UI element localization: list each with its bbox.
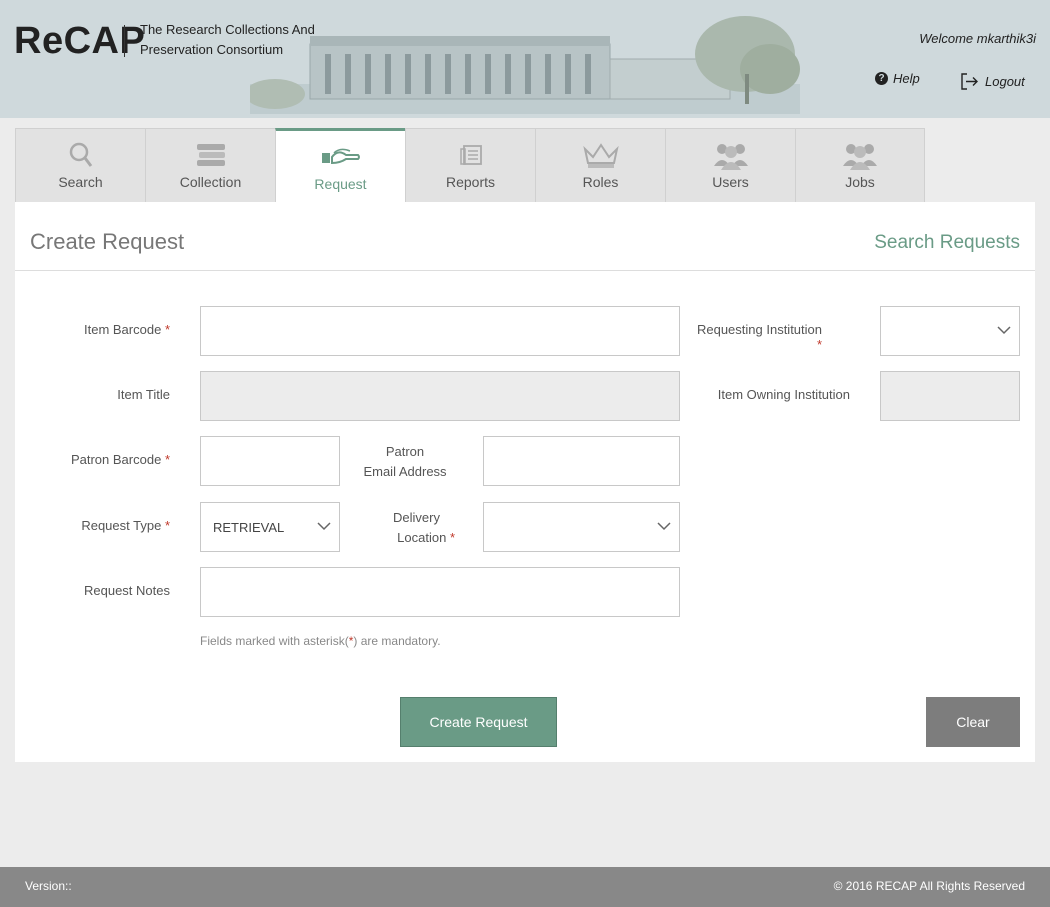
delivery-location-select[interactable]	[483, 502, 680, 552]
delivery-location-label-line-2-wrap: Location *	[355, 528, 455, 548]
tab-search-label: Search	[58, 174, 103, 190]
document-icon	[459, 140, 483, 170]
tab-reports-label: Reports	[445, 174, 496, 190]
search-requests-link[interactable]: Search Requests	[874, 232, 1020, 254]
request-type-label-text: Request Type	[81, 518, 162, 533]
item-title-label: Item Title	[117, 387, 170, 402]
clear-button[interactable]: Clear	[926, 697, 1020, 747]
item-owning-institution-field	[880, 371, 1020, 421]
requesting-institution-label: Requesting Institution *	[695, 322, 822, 352]
tab-collection-label: Collection	[179, 174, 242, 190]
required-marker: *	[164, 452, 170, 467]
item-owning-institution-label: Item Owning Institution	[717, 387, 850, 402]
patron-barcode-label-text: Patron Barcode	[70, 452, 162, 467]
tab-roles[interactable]: Roles	[535, 128, 665, 203]
mandatory-note: Fields marked with asterisk(*) are manda…	[200, 634, 441, 648]
delivery-location-label-line-2: Location	[397, 530, 447, 545]
tagline: The Research Collections And Preservatio…	[140, 20, 315, 60]
chevron-down-icon	[997, 326, 1011, 335]
tab-search[interactable]: Search	[15, 128, 145, 203]
request-type-value: RETRIEVAL	[213, 519, 285, 535]
tab-request[interactable]: Request	[275, 128, 405, 204]
books-icon	[195, 140, 227, 170]
footer: Version:: © 2016 RECAP All Rights Reserv…	[0, 867, 1050, 907]
tagline-line-1: The Research Collections And	[140, 22, 315, 37]
required-marker: *	[449, 530, 455, 545]
group-icon	[842, 140, 878, 170]
hand-book-icon	[320, 142, 362, 172]
item-barcode-input[interactable]	[200, 306, 680, 356]
help-link[interactable]: ? Help	[875, 71, 920, 86]
tab-roles-label: Roles	[582, 174, 619, 190]
welcome-text: Welcome mkarthik3i	[919, 31, 1036, 46]
copyright-text: © 2016 RECAP All Rights Reserved	[833, 879, 1025, 893]
search-icon	[68, 140, 94, 170]
users-icon	[713, 140, 749, 170]
tab-collection[interactable]: Collection	[145, 128, 275, 203]
mandatory-note-suffix: ) are mandatory.	[353, 634, 441, 648]
chevron-down-icon	[317, 522, 331, 531]
main-tabs: Search Collection Request Reports Roles …	[15, 128, 925, 204]
tab-reports[interactable]: Reports	[405, 128, 535, 203]
tab-jobs-label: Jobs	[845, 174, 875, 190]
tab-users[interactable]: Users	[665, 128, 795, 203]
patron-email-label: Patron Email Address	[355, 442, 455, 482]
patron-email-label-line-2: Email Address	[363, 464, 447, 479]
logout-icon	[961, 73, 978, 90]
patron-email-label-line-1: Patron	[385, 444, 425, 459]
create-request-button[interactable]: Create Request	[400, 697, 557, 747]
required-marker: *	[164, 322, 170, 337]
version-text: Version::	[25, 879, 72, 893]
chevron-down-icon	[657, 522, 671, 531]
building-illustration	[250, 14, 800, 114]
patron-barcode-label: Patron Barcode *	[55, 452, 170, 467]
page-title: Create Request	[30, 229, 185, 254]
tagline-line-2: Preservation Consortium	[140, 42, 284, 57]
delivery-location-label-line-1: Delivery	[393, 510, 440, 525]
tab-users-label: Users	[712, 174, 749, 190]
question-circle-icon: ?	[875, 72, 888, 85]
patron-email-input[interactable]	[483, 436, 680, 486]
recap-logo: ReCAP	[14, 20, 146, 62]
crown-icon	[582, 140, 620, 170]
logo-divider	[124, 25, 125, 57]
patron-barcode-input[interactable]	[200, 436, 340, 486]
required-marker: *	[816, 337, 822, 352]
mandatory-note-prefix: Fields marked with asterisk(	[200, 634, 349, 648]
request-notes-input[interactable]	[200, 567, 680, 617]
header: ReCAP The Research Collections And Prese…	[0, 0, 1050, 118]
tab-jobs[interactable]: Jobs	[795, 128, 925, 203]
requesting-institution-select[interactable]	[880, 306, 1020, 356]
item-barcode-label-text: Item Barcode	[83, 322, 162, 337]
logout-link[interactable]: Logout	[960, 72, 1025, 91]
help-label: Help	[893, 71, 920, 86]
request-type-select[interactable]: RETRIEVAL	[200, 502, 340, 552]
create-request-panel: Create Request Search Requests Item Barc…	[15, 202, 1035, 762]
request-notes-label: Request Notes	[84, 583, 170, 598]
request-type-label: Request Type *	[55, 518, 170, 533]
tab-request-label: Request	[314, 176, 367, 192]
item-barcode-label: Item Barcode *	[55, 322, 170, 337]
title-divider	[15, 270, 1035, 271]
delivery-location-label: Delivery Location *	[355, 508, 455, 548]
item-title-field	[200, 371, 680, 421]
requesting-institution-label-text: Requesting Institution	[696, 322, 822, 337]
required-marker: *	[164, 518, 170, 533]
logout-label: Logout	[985, 74, 1025, 89]
